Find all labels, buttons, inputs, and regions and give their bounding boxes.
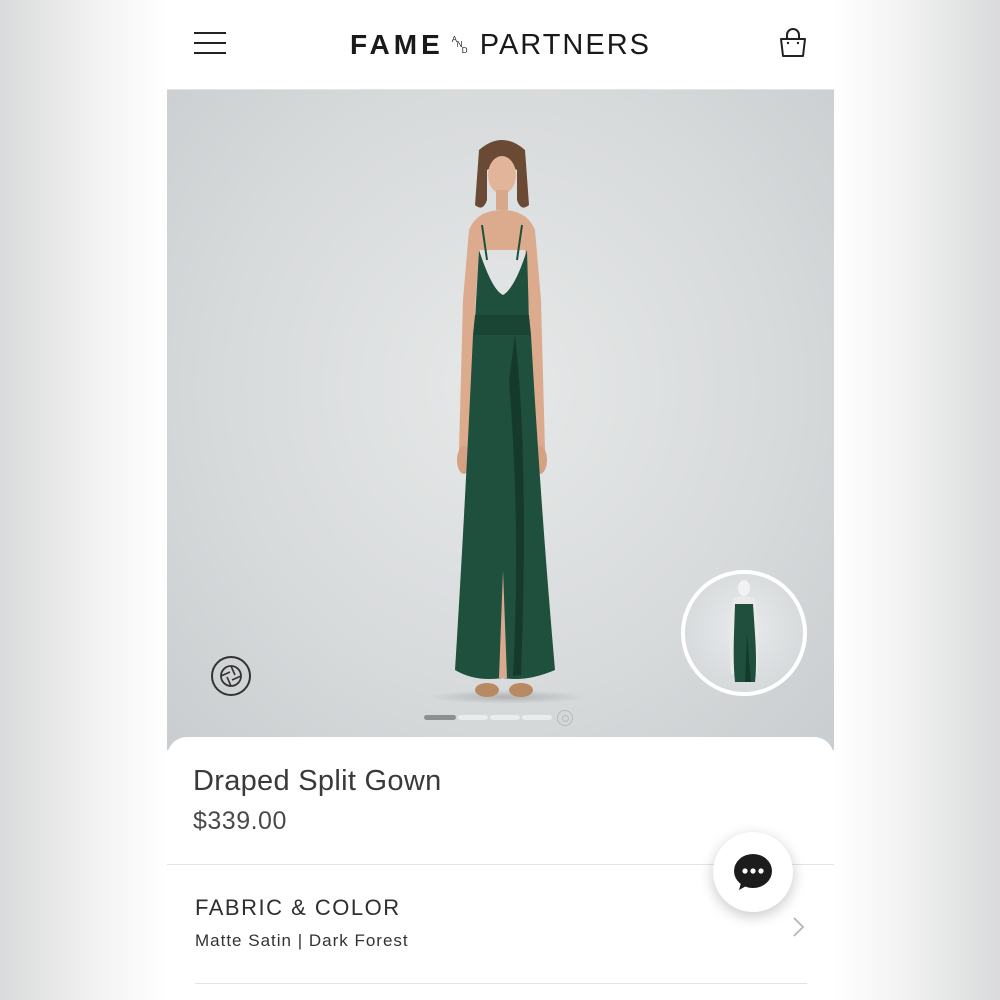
model-in-dress-image	[455, 140, 555, 697]
view-360-icon[interactable]	[557, 710, 573, 726]
pagination-dot[interactable]	[424, 715, 456, 720]
fabric-color-heading: FABRIC & COLOR	[195, 895, 401, 920]
pagination-dot[interactable]	[522, 715, 552, 720]
fabric-color-value: Matte Satin | Dark Forest	[195, 931, 409, 950]
mobile-page: FAME A N D PARTNERS Draped Split Gown $3…	[167, 0, 834, 1000]
divider	[195, 983, 807, 984]
chat-button[interactable]	[713, 832, 793, 912]
thumbnail-model-image	[729, 580, 759, 682]
logo-fame: FAME	[349, 29, 444, 60]
logo-partners: PARTNERS	[479, 28, 652, 61]
camera-shutter-icon[interactable]	[211, 656, 251, 696]
pagination-dot[interactable]	[490, 715, 520, 720]
product-title: Draped Split Gown	[193, 765, 442, 797]
logo-and: A N D	[450, 33, 472, 57]
brand-logo[interactable]: FAME A N D PARTNERS	[167, 0, 834, 90]
shopping-bag-icon[interactable]	[778, 27, 808, 59]
logo-and-d: D	[461, 46, 468, 55]
site-header: FAME A N D PARTNERS	[167, 0, 834, 90]
gallery-pagination	[424, 710, 584, 726]
product-price: $339.00	[193, 807, 287, 835]
product-image-gallery[interactable]	[167, 90, 834, 750]
chevron-right-icon	[793, 917, 805, 937]
pagination-dot[interactable]	[458, 715, 488, 720]
chat-bubble-icon	[734, 854, 772, 890]
model-thumbnail-button[interactable]	[681, 570, 807, 696]
